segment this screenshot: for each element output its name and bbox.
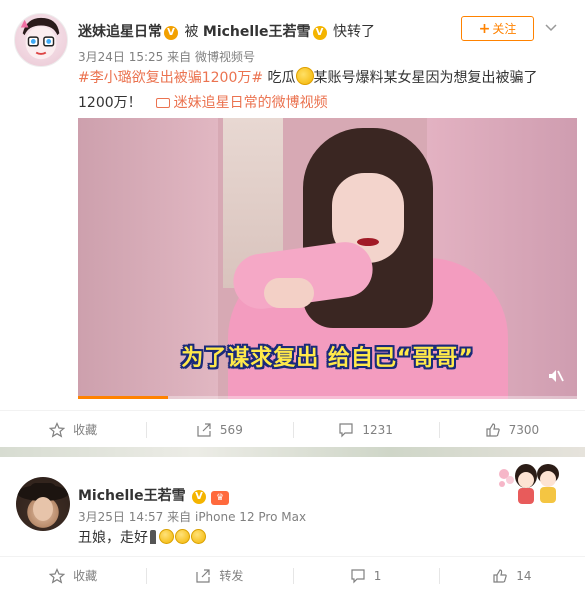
post-date[interactable]: 3月25日 14:57 <box>78 510 163 524</box>
crown-icon[interactable]: ♛ <box>211 491 230 505</box>
user-avatar[interactable] <box>14 13 68 67</box>
comment-icon <box>351 568 365 583</box>
comment-card: Michelle王若雪 V ♛ 3月25日 14:57 来自 iPhone 12 … <box>0 457 585 593</box>
video-subtitle: 为了谋求复出 给自己“哥哥” <box>181 346 474 371</box>
video-progress-fill <box>78 396 168 399</box>
favorite-button[interactable]: 收藏 <box>0 411 146 448</box>
verified-icon: V <box>192 490 207 504</box>
repost-button[interactable]: 转发 <box>146 557 292 593</box>
post-header: 迷妹追星日常 V 被 Michelle王若雪 V 快转了 <box>78 21 375 41</box>
video-player[interactable]: 为了谋求复出 给自己“哥哥” <box>78 118 577 399</box>
share-icon <box>196 568 210 583</box>
repost-by-text: 被 <box>184 24 199 40</box>
feed-divider <box>0 447 585 457</box>
repost-card: 迷妹追星日常 V 被 Michelle王若雪 V 快转了 3月24日 15:25 来… <box>0 0 585 447</box>
thumbs-up-icon <box>493 568 507 583</box>
repost-count: 569 <box>219 422 243 437</box>
repost-label: 转发 <box>219 569 244 583</box>
post-actions: 收藏 569 1231 7300 <box>0 410 585 448</box>
source-prefix: 来自 <box>167 50 192 64</box>
video-progress-bar[interactable] <box>78 396 577 399</box>
crying-emoji-icon <box>159 529 174 544</box>
crying-emoji-icon <box>191 529 206 544</box>
comment-button[interactable]: 1 <box>292 557 439 593</box>
video-figure <box>264 278 314 308</box>
eating-melon-emoji-icon <box>295 67 314 85</box>
verified-icon: V <box>164 26 178 40</box>
thumbs-up-icon <box>485 422 500 437</box>
like-count: 14 <box>516 568 532 583</box>
star-icon <box>49 567 66 584</box>
post-actions: 收藏 转发 1 14 <box>0 556 585 593</box>
couple-sticker-icon <box>499 464 559 504</box>
post-source[interactable]: 微博视频号 <box>195 50 255 64</box>
video-link[interactable]: 迷妹追星日常的微博视频 <box>174 95 328 111</box>
crying-emoji-icon <box>175 529 190 544</box>
favorite-label: 收藏 <box>73 569 98 583</box>
like-button[interactable]: 7300 <box>438 411 585 448</box>
comment-count: 1 <box>373 568 382 583</box>
verified-icon: V <box>312 26 327 40</box>
favorite-button[interactable]: 收藏 <box>0 557 146 593</box>
post-meta: 3月24日 15:25 来自 微博视频号 <box>78 48 255 65</box>
post-source: iPhone 12 Pro Max <box>194 510 307 524</box>
username[interactable]: Michelle王若雪 <box>78 488 186 504</box>
comment-text-row: 丑娘，走好 <box>78 527 206 549</box>
post-header: Michelle王若雪 V ♛ <box>78 485 230 505</box>
comment-icon <box>339 422 353 437</box>
mute-icon[interactable] <box>547 367 565 385</box>
hashtag-link[interactable]: #李小璐欲复出被骗1200万# <box>78 70 263 86</box>
favorite-label: 收藏 <box>73 423 98 437</box>
chevron-down-icon[interactable] <box>540 18 562 38</box>
follow-button[interactable]: + 关注 <box>461 16 534 41</box>
user-avatar[interactable] <box>16 477 70 531</box>
like-count: 7300 <box>508 422 540 437</box>
comment-button[interactable]: 1231 <box>292 411 439 448</box>
share-icon <box>197 422 211 437</box>
username[interactable]: 迷妹追星日常 <box>78 24 162 40</box>
repost-suffix: 快转了 <box>332 24 375 40</box>
post-text-part1: 吃瓜 <box>267 70 296 86</box>
comment-count: 1231 <box>362 422 393 437</box>
post-meta: 3月25日 14:57 来自 iPhone 12 Pro Max <box>78 508 306 525</box>
repost-button[interactable]: 569 <box>146 411 292 448</box>
post-date[interactable]: 3月24日 15:25 <box>78 50 163 64</box>
original-user-link[interactable]: Michelle王若雪 <box>203 24 311 40</box>
plus-icon: + <box>478 20 491 37</box>
video-figure <box>357 238 379 246</box>
follow-label: 关注 <box>492 22 517 36</box>
like-button[interactable]: 14 <box>438 557 585 593</box>
source-prefix: 来自 <box>167 510 192 524</box>
post-text: #李小璐欲复出被骗1200万# 吃瓜 某账号爆料某女星因为想复出被骗了1200万！… <box>78 66 568 116</box>
video-icon <box>155 98 170 108</box>
comment-text: 丑娘，走好 <box>78 530 148 546</box>
star-icon <box>49 421 66 438</box>
candle-emoji-icon <box>150 530 156 544</box>
